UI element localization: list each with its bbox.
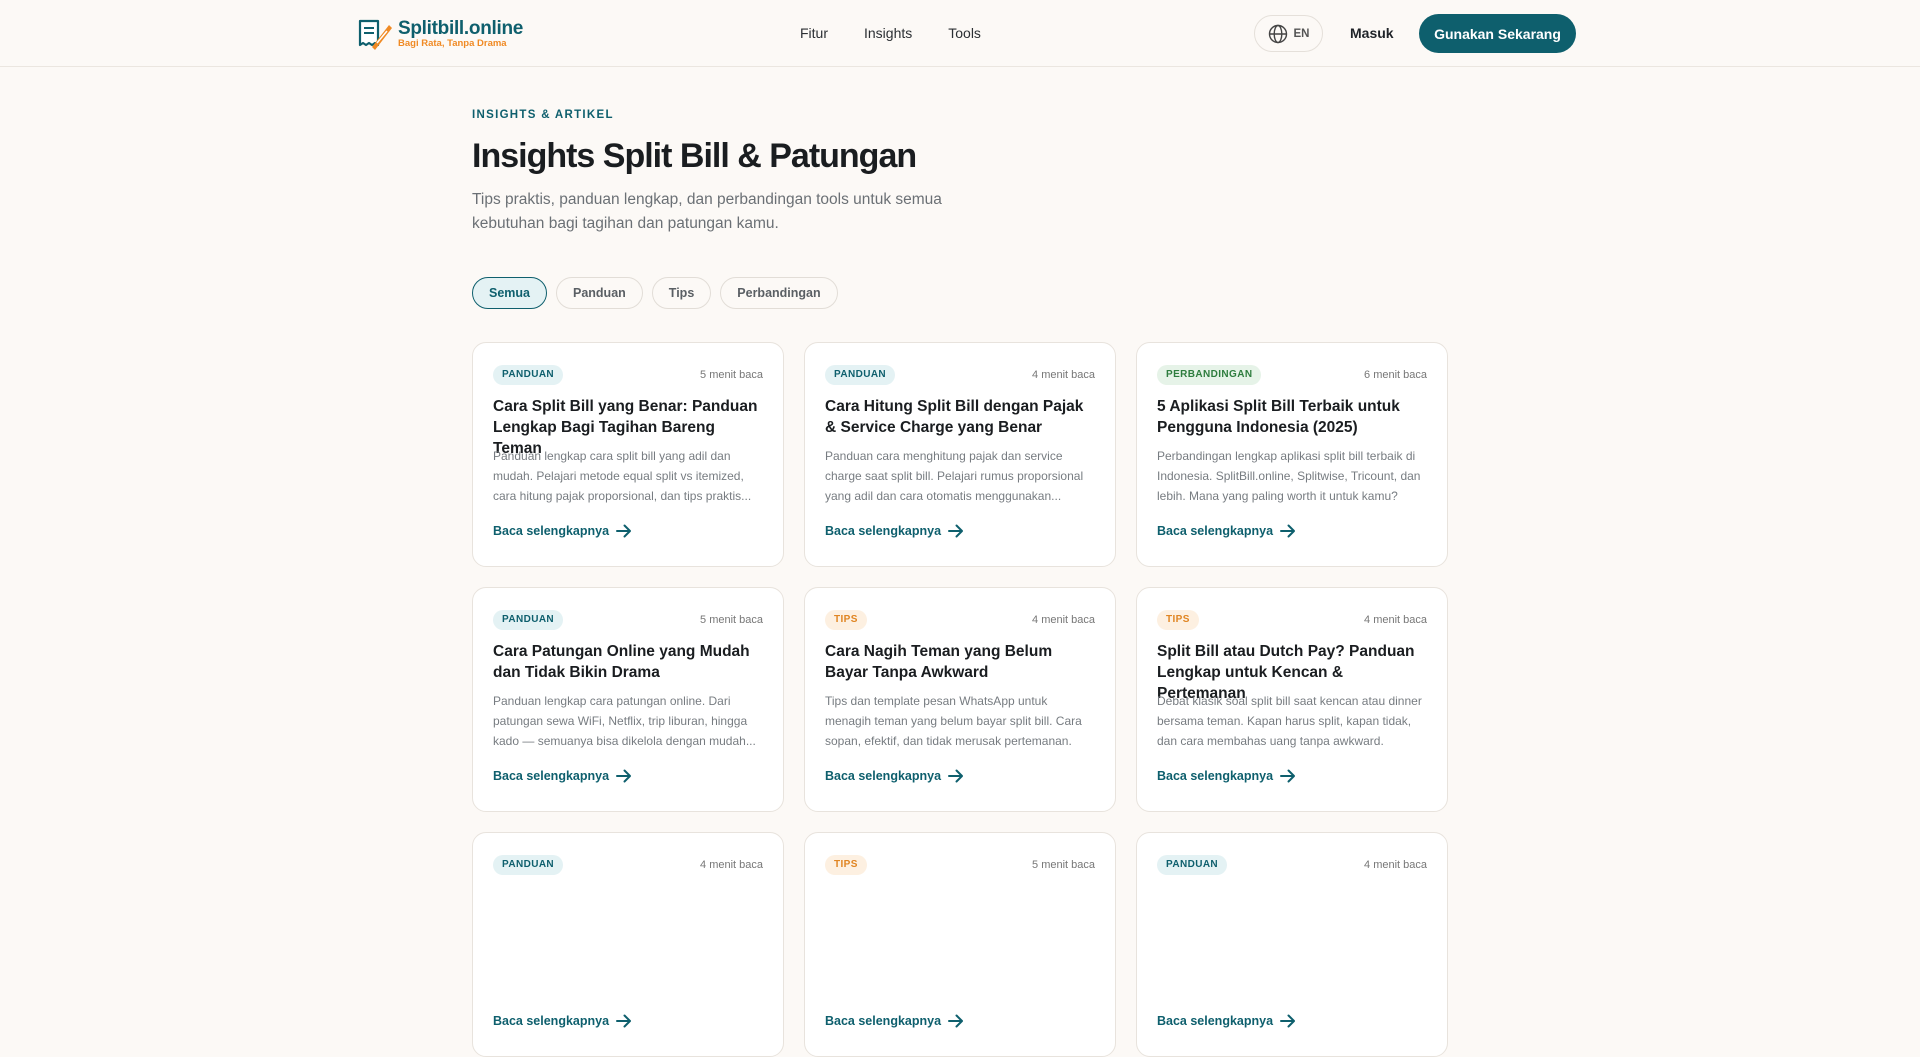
read-more-label: Baca selengkapnya (493, 524, 610, 538)
read-more-label: Baca selengkapnya (493, 769, 610, 783)
arrow-right-icon (1280, 1014, 1296, 1028)
read-time: 5 menit baca (700, 613, 763, 626)
arrow-right-icon (948, 524, 964, 538)
read-more-label: Baca selengkapnya (1157, 524, 1274, 538)
section-eyebrow: INSIGHTS & ARTIKEL (472, 109, 614, 121)
article-excerpt (493, 936, 763, 996)
article-title[interactable]: Cara Split Bill yang Benar: Panduan Leng… (493, 396, 763, 457)
article-excerpt: Panduan lengkap cara split bill yang adi… (493, 449, 752, 503)
article-title[interactable] (825, 886, 1095, 928)
category-badge: PERBANDINGAN (1157, 364, 1262, 385)
article-excerpt: Tips dan template pesan WhatsApp untuk m… (825, 694, 1082, 748)
logo-name: Splitbill.online (398, 18, 524, 40)
read-more-label: Baca selengkapnya (825, 1014, 942, 1028)
nav-item-fitur[interactable]: Fitur (800, 25, 828, 41)
read-more-label: Baca selengkapnya (1157, 769, 1274, 783)
logo-tagline: Bagi Rata, Tanpa Drama (398, 38, 507, 50)
category-badge: PANDUAN (1157, 854, 1228, 875)
read-more-label: Baca selengkapnya (825, 524, 942, 538)
article-card[interactable]: PANDUAN 4 menit baca Baca selengkapnya (472, 832, 784, 1057)
arrow-right-icon (948, 769, 964, 783)
article-excerpt (825, 936, 1095, 996)
read-time: 6 menit baca (1364, 368, 1427, 381)
get-started-button[interactable]: Gunakan Sekarang (1419, 14, 1576, 53)
arrow-right-icon (616, 1014, 632, 1028)
read-more-link[interactable]: Baca selengkapnya (493, 767, 763, 785)
article-title[interactable]: Split Bill atau Dutch Pay? Panduan Lengk… (1157, 641, 1427, 702)
article-card[interactable]: TIPS 4 menit baca Split Bill atau Dutch … (1136, 587, 1448, 812)
read-more-link[interactable]: Baca selengkapnya (1157, 522, 1427, 540)
arrow-right-icon (1280, 769, 1296, 783)
read-more-link[interactable]: Baca selengkapnya (825, 522, 1095, 540)
arrow-right-icon (616, 524, 632, 538)
filter-chip-perbandingan[interactable]: Perbandingan (720, 277, 838, 309)
article-title[interactable]: Cara Hitung Split Bill dengan Pajak & Se… (825, 396, 1095, 438)
read-more-label: Baca selengkapnya (493, 1014, 610, 1028)
read-time: 5 menit baca (700, 368, 763, 381)
brand-logo[interactable]: Splitbill.online Bagi Rata, Tanpa Drama (356, 17, 523, 51)
filter-chip-panduan[interactable]: Panduan (556, 277, 643, 309)
article-card[interactable]: TIPS 5 menit baca Baca selengkapnya (804, 832, 1116, 1057)
read-more-link[interactable]: Baca selengkapnya (1157, 767, 1427, 785)
read-more-link[interactable]: Baca selengkapnya (493, 1012, 763, 1030)
receipt-logo-icon (358, 19, 392, 50)
article-title[interactable] (493, 886, 763, 928)
category-badge: PANDUAN (825, 364, 896, 385)
language-label: EN (1293, 27, 1310, 40)
article-card[interactable]: PANDUAN 4 menit baca Cara Hitung Split B… (804, 342, 1116, 567)
article-excerpt: Panduan lengkap cara patungan online. Da… (493, 694, 756, 748)
login-link[interactable]: Masuk (1350, 25, 1394, 41)
arrow-right-icon (616, 769, 632, 783)
read-time: 4 menit baca (1032, 613, 1095, 626)
article-excerpt (1157, 936, 1427, 996)
article-title[interactable] (1157, 886, 1427, 928)
article-card[interactable]: PANDUAN 5 menit baca Cara Patungan Onlin… (472, 587, 784, 812)
article-card[interactable]: PANDUAN 4 menit baca Baca selengkapnya (1136, 832, 1448, 1057)
read-time: 4 menit baca (1032, 368, 1095, 381)
main-nav: Fitur Insights Tools (800, 25, 1017, 41)
read-time: 4 menit baca (700, 858, 763, 871)
globe-icon (1268, 24, 1287, 43)
article-card[interactable]: TIPS 4 menit baca Cara Nagih Teman yang … (804, 587, 1116, 812)
read-time: 4 menit baca (1364, 858, 1427, 871)
article-excerpt: Debat klasik soal split bill saat kencan… (1157, 694, 1422, 748)
arrow-right-icon (1280, 524, 1296, 538)
read-more-label: Baca selengkapnya (825, 769, 942, 783)
read-more-link[interactable]: Baca selengkapnya (825, 767, 1095, 785)
read-more-link[interactable]: Baca selengkapnya (1157, 1012, 1427, 1030)
filter-chip-tips[interactable]: Tips (651, 277, 712, 309)
nav-item-insights[interactable]: Insights (864, 25, 912, 41)
category-badge: TIPS (825, 609, 867, 630)
article-excerpt: Panduan cara menghitung pajak dan servic… (825, 449, 1084, 503)
category-filters: Semua Panduan Tips Perbandingan (472, 277, 838, 309)
article-card[interactable]: PERBANDINGAN 6 menit baca 5 Aplikasi Spl… (1136, 342, 1448, 567)
article-title[interactable]: Cara Nagih Teman yang Belum Bayar Tanpa … (825, 641, 1095, 683)
category-badge: PANDUAN (493, 364, 564, 385)
article-title[interactable]: 5 Aplikasi Split Bill Terbaik untuk Peng… (1157, 396, 1427, 438)
read-more-link[interactable]: Baca selengkapnya (493, 522, 763, 540)
read-time: 4 menit baca (1364, 613, 1427, 626)
language-switch-button[interactable]: EN (1254, 15, 1323, 52)
article-excerpt: Perbandingan lengkap aplikasi split bill… (1157, 449, 1421, 503)
article-card[interactable]: PANDUAN 5 menit baca Cara Split Bill yan… (472, 342, 784, 567)
page-title: Insights Split Bill & Patungan (472, 137, 917, 175)
read-more-label: Baca selengkapnya (1157, 1014, 1274, 1028)
filter-chip-semua[interactable]: Semua (472, 277, 547, 309)
category-badge: PANDUAN (493, 854, 564, 875)
category-badge: PANDUAN (493, 609, 564, 630)
category-badge: TIPS (825, 854, 867, 875)
read-more-link[interactable]: Baca selengkapnya (825, 1012, 1095, 1030)
arrow-right-icon (948, 1014, 964, 1028)
article-title[interactable]: Cara Patungan Online yang Mudah dan Tida… (493, 641, 763, 683)
read-time: 5 menit baca (1032, 858, 1095, 871)
category-badge: TIPS (1157, 609, 1199, 630)
nav-item-tools[interactable]: Tools (948, 25, 981, 41)
page-subtitle: Tips praktis, panduan lengkap, dan perba… (472, 191, 942, 232)
top-nav-bar: Splitbill.online Bagi Rata, Tanpa Drama … (0, 0, 1920, 67)
